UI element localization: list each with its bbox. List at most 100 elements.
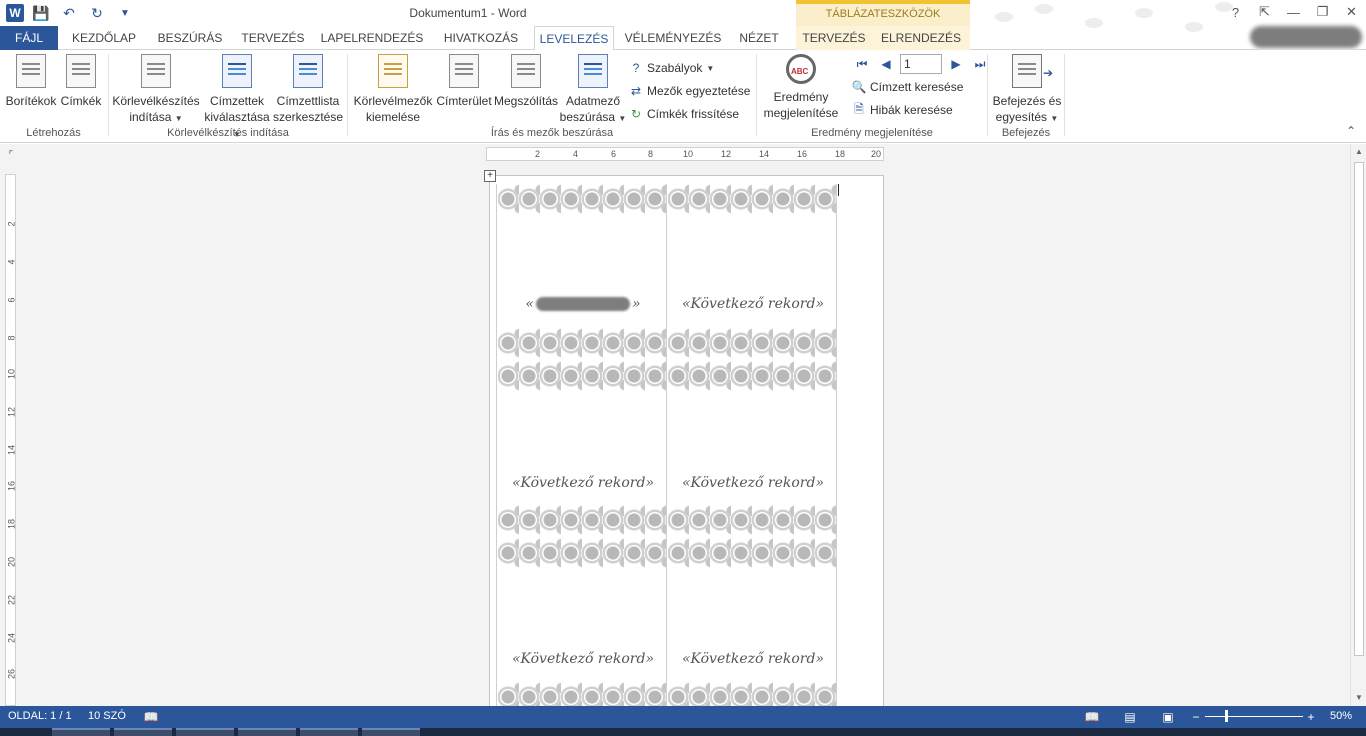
zoom-level[interactable]: 50% [1330,710,1352,722]
update-labels-button[interactable]: ↻ Címkék frissítése [629,104,739,124]
ruler-tick: 10 [6,369,17,380]
label-cell[interactable]: «Következő rekord» [668,538,838,706]
print-layout-icon[interactable]: ▤ [1122,709,1138,725]
dropdown-caret-icon: ▼ [706,63,715,73]
taskbar-item[interactable] [176,728,234,736]
proofing-icon[interactable]: 📖 [143,709,159,725]
tab-view[interactable]: NÉZET [732,26,786,50]
tab-mailings[interactable]: LEVELEZÉS [534,26,614,51]
read-mode-icon[interactable]: 📖 [1084,709,1100,725]
document-page[interactable]: + «» «Következő rekord» «Következő rekor… [484,170,884,706]
ruler-tick: 2 [535,149,541,159]
tab-insert[interactable]: BESZÚRÁS [152,26,228,50]
highlight-label-1: Körlevélmezők [353,94,433,108]
redacted-field-name [536,297,630,311]
labels-label: Címkék [60,94,102,108]
merge-field-next-record[interactable]: «Következő rekord» [668,651,838,667]
previous-record-icon[interactable]: ◀ [876,54,896,74]
ribbon-display-options-icon[interactable]: ⇱ [1250,0,1279,24]
finish-merge-icon [1012,54,1053,88]
label-cell[interactable]: «Következő rekord» [668,184,838,361]
collapse-ribbon-icon[interactable]: ⌃ [1346,124,1356,138]
dropdown-caret-icon: ▼ [618,114,627,123]
taskbar-item[interactable] [114,728,172,736]
tab-home[interactable]: KEZDŐLAP [66,26,142,50]
horizontal-ruler[interactable]: 2 4 6 8 10 12 14 16 18 20 [486,147,884,161]
taskbar-item[interactable] [362,728,420,736]
tab-selector-icon[interactable]: ⌜ [4,148,18,162]
rules-label: Szabályok [647,61,703,75]
check-errors-button[interactable]: 🗎 Hibák keresése [852,100,953,120]
check-errors-label: Hibák keresése [870,103,953,117]
ruler-tick: 6 [611,149,617,159]
web-layout-icon[interactable]: ▣ [1160,709,1176,725]
start-mail-merge-button[interactable]: Körlevélkészítés indítása ▼ [112,54,200,127]
merge-field-next-record[interactable]: «Következő rekord» [498,651,668,667]
rules-icon: ? [632,61,640,75]
ruler-tick: 12 [721,149,732,159]
merge-field-next-record[interactable]: «Következő rekord» [498,475,668,491]
group-label-preview: Eredmény megjelenítése [811,127,933,139]
preview-results-button[interactable]: Eredmény megjelenítése [762,54,840,121]
labels-table[interactable]: «» «Következő rekord» «Következő rekord»… [496,184,838,706]
tab-review[interactable]: VÉLEMÉNYEZÉS [620,26,726,50]
tab-page-layout[interactable]: LAPELRENDEZÉS [318,26,426,50]
zoom-in-icon[interactable]: + [1303,709,1319,725]
document-area[interactable]: ⌜ 2 4 6 8 10 12 14 16 18 20 2 4 6 8 10 1… [0,144,1350,706]
table-tools-header: TÁBLÁZATESZKÖZÖK [796,0,970,26]
match-fields-button[interactable]: ⇄ Mezők egyeztetése [629,81,750,101]
label-cell[interactable]: «Következő rekord» [498,361,668,538]
table-move-handle-icon[interactable]: + [484,170,496,182]
dropdown-caret-icon: ▼ [1050,114,1059,123]
rules-button[interactable]: ? Szabályok ▼ [629,58,715,78]
help-icon[interactable]: ? [1221,0,1250,24]
tab-table-layout[interactable]: ELRENDEZÉS [872,26,970,50]
label-cell[interactable]: «» [498,184,668,361]
damask-border [498,361,666,391]
address-block-button[interactable]: Címterület [435,54,493,109]
tab-design[interactable]: TERVEZÉS [236,26,310,50]
envelopes-button[interactable]: Borítékok [4,54,58,109]
highlight-fields-icon [378,54,408,88]
first-record-icon[interactable]: ⏮ [852,54,872,74]
scroll-thumb[interactable] [1354,162,1364,656]
labels-button[interactable]: Címkék [58,54,104,109]
zoom-slider[interactable] [1205,716,1303,717]
taskbar-item[interactable] [238,728,296,736]
tab-file[interactable]: FÁJL [0,26,58,50]
merge-field[interactable]: «» [498,296,668,312]
close-icon[interactable]: ✕ [1337,0,1366,24]
label-cell[interactable]: «Következő rekord» [498,538,668,706]
zoom-out-icon[interactable]: − [1188,709,1204,725]
greeting-line-button[interactable]: Megszólítás [493,54,559,109]
insert-merge-field-button[interactable]: Adatmező beszúrása ▼ [559,54,627,127]
word-count[interactable]: 10 SZÓ [88,710,126,722]
label-cell[interactable]: «Következő rekord» [668,361,838,538]
envelope-icon [16,54,46,88]
merge-field-next-record[interactable]: «Következő rekord» [668,296,838,312]
ruler-tick: 26 [6,669,17,680]
vertical-scrollbar[interactable]: ▲ ▼ [1350,144,1366,706]
scroll-up-icon[interactable]: ▲ [1351,144,1366,160]
taskbar-item[interactable] [52,728,110,736]
tab-table-design[interactable]: TERVEZÉS [796,26,872,50]
scroll-down-icon[interactable]: ▼ [1351,690,1366,706]
restore-icon[interactable]: ❐ [1308,0,1337,24]
merge-field-next-record[interactable]: «Következő rekord» [668,475,838,491]
match-fields-label: Mezők egyeztetése [647,84,751,98]
edit-recipient-list-button[interactable]: Címzettlista szerkesztése [273,54,343,125]
taskbar-item[interactable] [300,728,358,736]
next-record-icon[interactable]: ▶ [946,54,966,74]
record-number-input[interactable] [900,54,942,74]
find-recipient-button[interactable]: 🔍 Címzett keresése [852,77,964,97]
check-errors-icon: 🗎 [854,101,864,116]
vertical-ruler[interactable]: 2 4 6 8 10 12 14 16 18 20 22 24 26 [5,174,17,706]
zoom-slider-thumb[interactable] [1225,710,1228,722]
page-count[interactable]: OLDAL: 1 / 1 [8,710,72,722]
damask-border [668,538,836,568]
highlight-merge-fields-button[interactable]: Körlevélmezők kiemelése [351,54,435,125]
minimize-icon[interactable]: — [1279,0,1308,24]
start-mail-merge-label-2: indítása [129,110,172,124]
finish-merge-button[interactable]: Befejezés és egyesítés ▼ [991,54,1063,127]
tab-references[interactable]: HIVATKOZÁS [434,26,528,50]
